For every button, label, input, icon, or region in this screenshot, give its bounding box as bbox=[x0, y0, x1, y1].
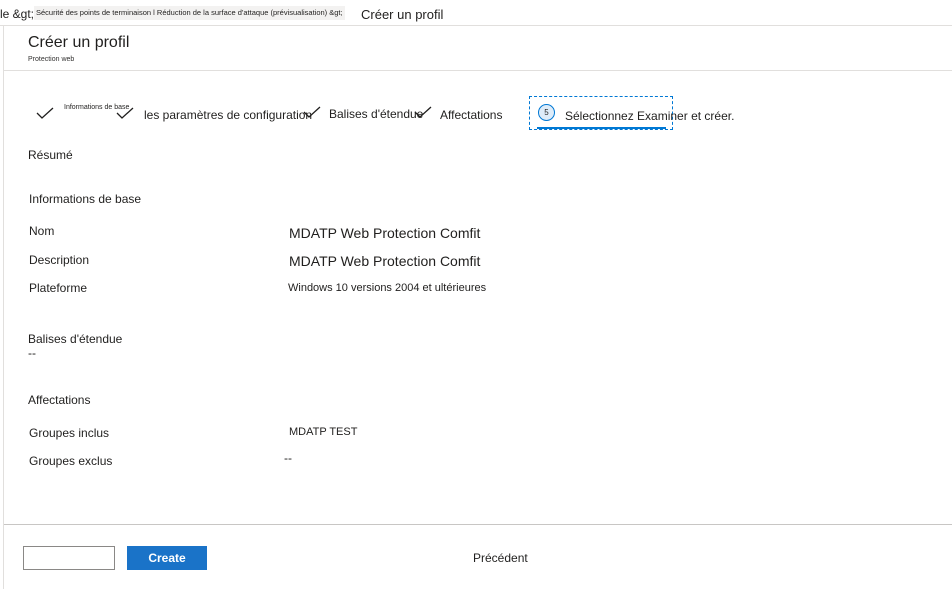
assignments-heading: Affectations bbox=[28, 393, 91, 407]
summary-heading: Résumé bbox=[28, 148, 73, 162]
platform-value: Windows 10 versions 2004 et ultérieures bbox=[288, 282, 487, 294]
footer-divider bbox=[4, 524, 952, 525]
page-title: Créer un profil bbox=[28, 34, 130, 51]
name-label: Nom bbox=[29, 224, 55, 238]
breadcrumb-prefix[interactable]: le &gt; bbox=[0, 7, 34, 21]
included-groups-value: MDATP TEST bbox=[289, 426, 358, 438]
step-review-create-label: Sélectionnez Examiner et créer. bbox=[565, 109, 735, 123]
blank-button[interactable] bbox=[23, 546, 115, 570]
scope-tags-value: -- bbox=[28, 346, 36, 360]
description-value: MDATP Web Protection Comfit bbox=[289, 253, 481, 269]
included-groups-label: Groupes inclus bbox=[29, 426, 110, 440]
step-scope-tags-label: Balises d'étendue bbox=[329, 107, 424, 121]
breadcrumb: le &gt; Sécurité des points de terminais… bbox=[0, 0, 952, 26]
previous-button[interactable]: Précédent bbox=[473, 551, 528, 565]
step-configuration-label: les paramètres de configuration bbox=[144, 108, 313, 122]
step-number-badge: 5 bbox=[538, 104, 555, 121]
excluded-groups-label: Groupes exclus bbox=[29, 454, 113, 468]
checkmark-icon bbox=[414, 106, 432, 118]
checkmark-icon bbox=[116, 107, 134, 119]
excluded-groups-value: -- bbox=[284, 451, 292, 465]
checkmark-icon bbox=[303, 106, 321, 118]
step-review-create[interactable]: 5 Sélectionnez Examiner et créer. bbox=[529, 96, 734, 130]
step-assignments-label: Affectations bbox=[440, 108, 503, 122]
description-label: Description bbox=[29, 253, 90, 267]
basics-section-heading: Informations de base bbox=[29, 192, 142, 206]
active-step-underline bbox=[537, 127, 666, 129]
panel-left-border bbox=[3, 26, 4, 589]
platform-label: Plateforme bbox=[29, 281, 88, 295]
header-divider bbox=[4, 70, 952, 71]
create-button[interactable]: Create bbox=[127, 546, 207, 570]
scope-tags-heading: Balises d'étendue bbox=[28, 332, 123, 346]
breadcrumb-parent-link[interactable]: Sécurité des points de terminaison l Réd… bbox=[34, 6, 345, 20]
name-value: MDATP Web Protection Comfit bbox=[289, 225, 481, 241]
checkmark-icon bbox=[36, 107, 54, 119]
breadcrumb-current: Créer un profil bbox=[361, 7, 444, 22]
page-subtitle: Protection web bbox=[28, 56, 75, 63]
